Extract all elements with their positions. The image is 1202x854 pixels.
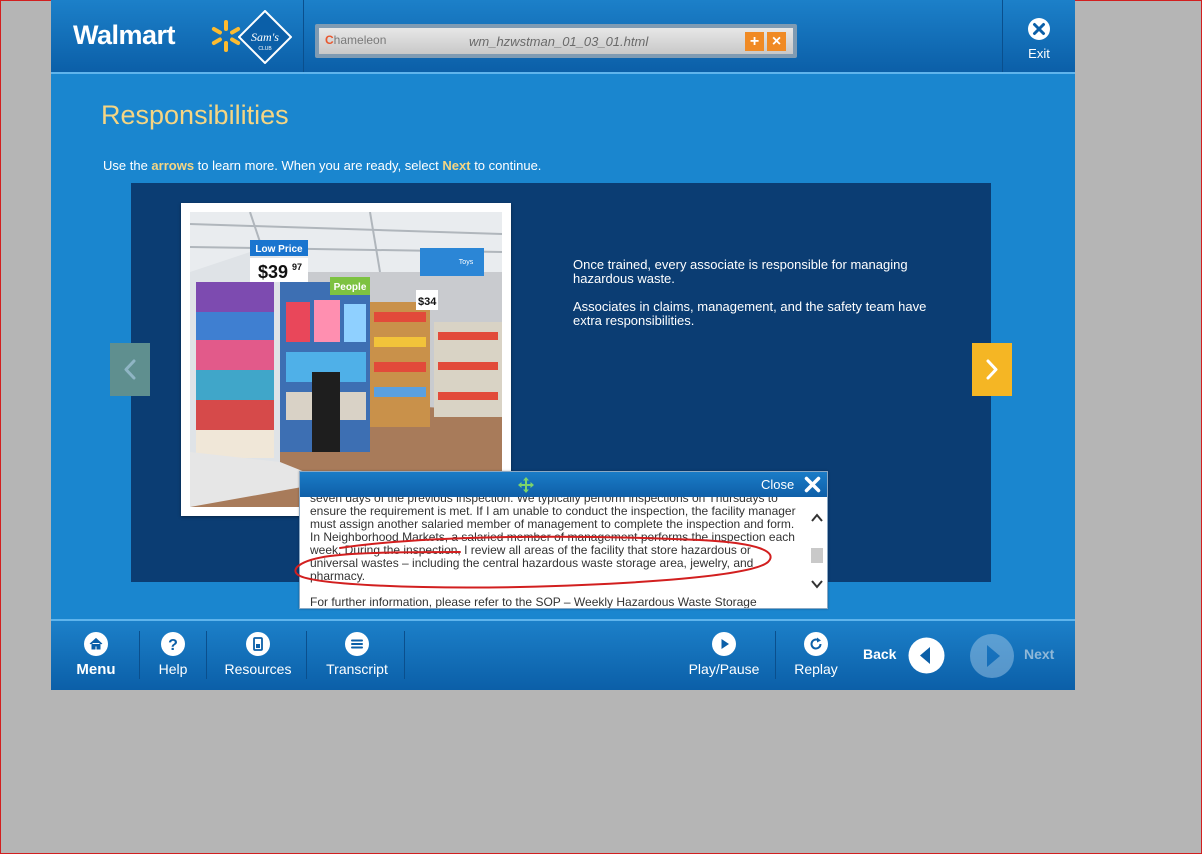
help-button[interactable]: ? Help [147, 621, 199, 690]
panel-text: Once trained, every associate is respons… [573, 258, 943, 342]
footer-bar: Menu ? Help Resources Transcript Play/Pa… [51, 619, 1075, 690]
panel-paragraph-2: Associates in claims, management, and th… [573, 299, 927, 328]
photo-price2-sign: $34 [418, 296, 437, 308]
footer-divider [206, 631, 207, 679]
move-icon[interactable] [517, 476, 535, 494]
launcher-bar: Chameleon wm_hzwstman_01_03_01.html + × [315, 24, 797, 58]
scroll-thumb[interactable] [811, 548, 823, 563]
resources-label: Resources [224, 661, 292, 677]
chameleon-c-icon: C [325, 33, 334, 47]
transcript-body[interactable]: seven days of the previous inspection. W… [310, 497, 802, 608]
resources-button[interactable]: Resources [219, 621, 297, 690]
footer-divider [139, 631, 140, 679]
close-icon[interactable] [803, 475, 822, 494]
photo-price-cents: 97 [292, 262, 302, 272]
back-label[interactable]: Back [863, 646, 896, 662]
svg-text:?: ? [168, 637, 178, 654]
photo-low-price-sign: Low Price [255, 244, 303, 255]
transcript-scrollbar[interactable] [808, 497, 826, 607]
sams-club-logo: Sam's CLUB [238, 10, 292, 64]
instructions-text: Use the arrows to learn more. When you a… [103, 158, 542, 173]
menu-label: Menu [76, 661, 116, 678]
next-label[interactable]: Next [1024, 646, 1054, 662]
exit-close-icon[interactable] [1027, 17, 1051, 41]
close-launcher-button[interactable]: × [767, 32, 786, 51]
svg-text:CLUB: CLUB [258, 46, 272, 52]
expand-button[interactable]: + [745, 32, 764, 51]
transcript-paragraph: For further information, please refer to… [310, 595, 757, 609]
next-forward-icon[interactable] [969, 633, 1015, 679]
back-arrow-icon[interactable] [908, 637, 945, 674]
photo-toys-sign: Toys [459, 259, 474, 266]
help-label: Help [158, 661, 188, 677]
transcript-popup: Close seven days of the previous inspect… [299, 471, 828, 609]
transcript-close-label[interactable]: Close [761, 477, 794, 492]
replay-button[interactable]: Replay [789, 621, 843, 690]
module-filename: wm_hzwstman_01_03_01.html [469, 34, 649, 49]
exit-button-label[interactable]: Exit [1018, 46, 1060, 61]
footer-divider [404, 631, 405, 679]
store-aisle-photo: People Low Price $39 97 $34 Toys [190, 212, 502, 507]
previous-arrow-button[interactable] [110, 343, 150, 396]
page-title: Responsibilities [101, 100, 289, 130]
store-photo-frame: People Low Price $39 97 $34 Toys [181, 203, 511, 516]
exit-divider [1002, 0, 1003, 72]
transcript-title-bar[interactable]: Close [300, 472, 827, 497]
footer-divider [775, 631, 776, 679]
scroll-up-icon[interactable] [810, 511, 824, 525]
resources-icon [246, 632, 270, 656]
chameleon-logo: Chameleon [325, 33, 387, 47]
transcript-paragraph: seven days of the previous inspection. W… [310, 497, 796, 583]
replay-label: Replay [794, 661, 838, 677]
launcher-field: Chameleon wm_hzwstman_01_03_01.html + × [319, 28, 793, 54]
walmart-logo: Walmart [73, 20, 176, 50]
chevron-right-icon [986, 359, 998, 380]
replay-icon [804, 632, 828, 656]
chevron-left-icon [124, 359, 136, 380]
footer-divider [306, 631, 307, 679]
transcript-button[interactable]: Transcript [319, 621, 395, 690]
scroll-down-icon[interactable] [810, 577, 824, 591]
photo-price-sign: $39 [258, 262, 288, 282]
menu-button[interactable]: Menu [65, 621, 127, 690]
play-pause-label: Play/Pause [688, 661, 760, 677]
transcript-text: seven days of the previous inspection. W… [310, 497, 802, 608]
transcript-label: Transcript [326, 661, 388, 677]
home-icon [84, 632, 108, 656]
svg-text:Sam's: Sam's [251, 30, 279, 44]
transcript-icon [345, 632, 369, 656]
next-arrow-button[interactable] [972, 343, 1012, 396]
help-icon: ? [161, 632, 185, 656]
header-divider [303, 0, 304, 72]
play-icon [712, 632, 736, 656]
photo-people-sign: People [334, 282, 367, 293]
play-pause-button[interactable]: Play/Pause [687, 621, 761, 690]
panel-paragraph-1: Once trained, every associate is respons… [573, 257, 908, 286]
header-bar: Walmart Sam's CLUB Chameleon wm_hzwstman… [51, 0, 1075, 74]
